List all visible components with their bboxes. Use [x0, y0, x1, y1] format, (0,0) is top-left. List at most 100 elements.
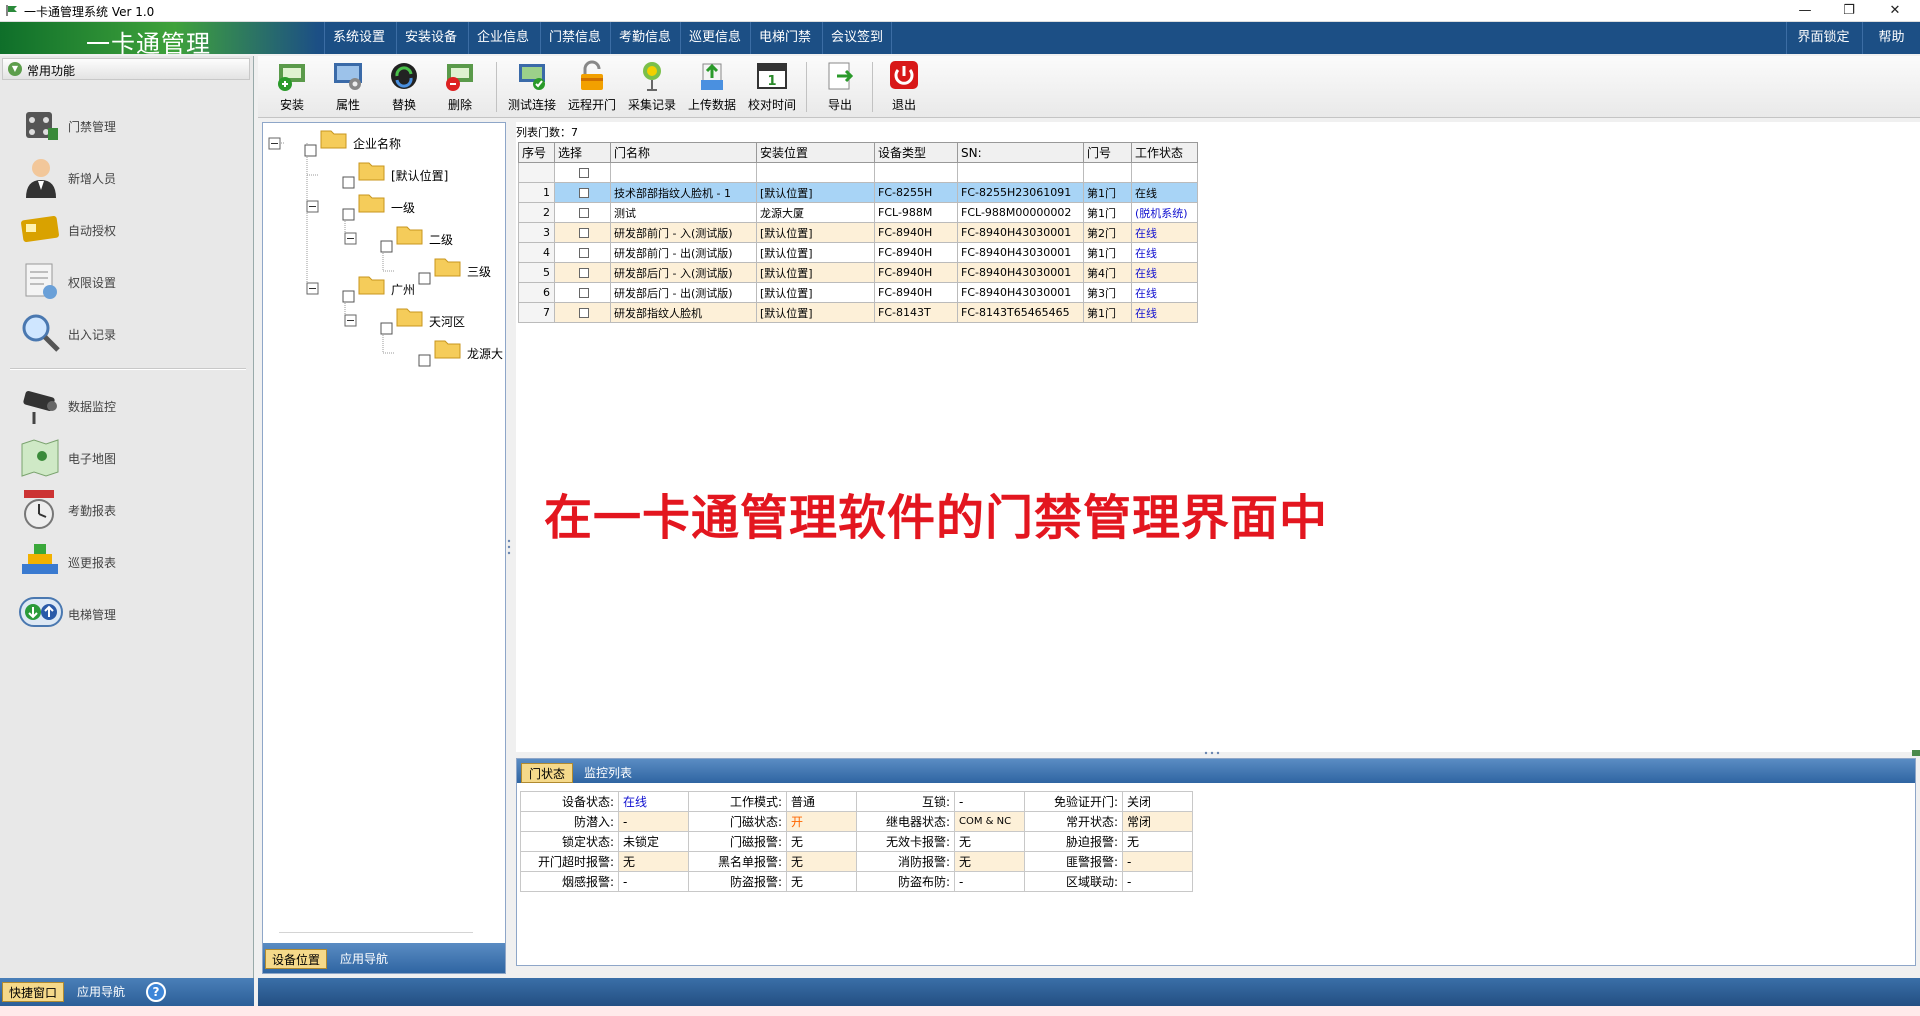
row-checkbox[interactable]	[579, 308, 589, 318]
test-connection-button[interactable]: 测试连接	[504, 60, 560, 116]
row-checkbox[interactable]	[579, 228, 589, 238]
tree-node-guangzhou[interactable]: 广州	[391, 281, 415, 298]
row-checkbox[interactable]	[579, 248, 589, 258]
door-table: 序号 选择 门名称 安装位置 设备类型 SN: 门号 工作状态 1 技术部部指纹…	[518, 142, 1198, 323]
sidebar-item-access-records[interactable]: 出入记录	[16, 310, 246, 358]
col-header-door-no[interactable]: 门号	[1083, 142, 1132, 163]
menu-install-device[interactable]: 安装设备	[396, 22, 465, 54]
menu-access-info[interactable]: 门禁信息	[540, 22, 609, 54]
card-icon	[21, 215, 59, 243]
table-row[interactable]: 2 测试 龙源大厦 FCL-988M FCL-988M00000002 第1门 …	[518, 202, 1198, 223]
tree-node-company[interactable]: 企业名称	[353, 135, 401, 152]
tab-app-nav-tree[interactable]: 应用导航	[333, 949, 395, 969]
vertical-splitter[interactable]	[507, 538, 511, 558]
tab-door-status[interactable]: 门状态	[521, 763, 573, 783]
upload-data-button[interactable]: 上传数据	[684, 60, 740, 116]
minimize-button[interactable]: —	[1782, 0, 1828, 22]
select-all-checkbox[interactable]	[579, 168, 589, 178]
toolbar-button-label: 导出	[827, 98, 852, 112]
export-icon	[828, 62, 854, 90]
tab-monitor-list[interactable]: 监控列表	[577, 763, 639, 783]
table-row[interactable]: 3 研发部前门 - 入(测试版) [默认位置] FC-8940H FC-8940…	[518, 222, 1198, 243]
cell-status: 在线	[1131, 242, 1198, 263]
cell-door-name: 测试	[610, 202, 757, 223]
col-header-device-type[interactable]: 设备类型	[874, 142, 958, 163]
collect-records-button[interactable]: 采集记录	[624, 60, 680, 116]
properties-button[interactable]: 属性	[320, 60, 376, 116]
maximize-button[interactable]: ❐	[1826, 0, 1872, 22]
sidebar-footer: 快捷窗口 应用导航 ?	[0, 978, 254, 1006]
filter-cell[interactable]	[874, 162, 958, 183]
col-header-location[interactable]: 安装位置	[756, 142, 875, 163]
table-row[interactable]: 7 研发部指纹人脸机 [默认位置] FC-8143T FC-8143T65465…	[518, 302, 1198, 323]
patrol-icon	[22, 544, 58, 574]
status-tabbar: 门状态 监控列表	[517, 759, 1915, 783]
filter-cell[interactable]	[957, 162, 1084, 183]
help-icon[interactable]: ?	[146, 982, 166, 1002]
sidebar-item-door-control[interactable]: 门禁管理	[16, 102, 246, 150]
tree-node-level3[interactable]: 三级	[467, 263, 491, 280]
sidebar-item-elevator[interactable]: 电梯管理	[16, 590, 246, 638]
sidebar-item-auto-auth[interactable]: 自动授权	[16, 206, 246, 254]
col-header-status[interactable]: 工作状态	[1131, 142, 1198, 163]
install-button[interactable]: 安装	[264, 60, 320, 116]
sidebar-header[interactable]: ▼ 常用功能	[2, 58, 250, 80]
sidebar-item-data-monitor[interactable]: 数据监控	[16, 382, 246, 430]
cell-door-name: 研发部后门 - 入(测试版)	[610, 262, 757, 283]
tree-node-longyuan[interactable]: 龙源大	[467, 345, 503, 362]
toolbar-separator	[872, 62, 873, 112]
horizontal-splitter[interactable]	[516, 750, 1920, 756]
col-header-sn[interactable]: SN:	[957, 142, 1084, 163]
menu-system-settings[interactable]: 系统设置	[324, 22, 393, 54]
sidebar-item-patrol-report[interactable]: 巡更报表	[16, 538, 246, 586]
status-value: -	[954, 791, 1025, 812]
tree-node-tianhe[interactable]: 天河区	[429, 313, 465, 330]
tab-quick-window[interactable]: 快捷窗口	[2, 982, 64, 1002]
tab-app-nav[interactable]: 应用导航	[70, 982, 132, 1002]
export-button[interactable]: 导出	[812, 60, 868, 116]
elevator-icon	[19, 597, 63, 627]
filter-cell[interactable]	[610, 162, 757, 183]
filter-cell[interactable]	[1131, 162, 1198, 183]
sidebar-item-attendance-report[interactable]: 考勤报表	[16, 486, 246, 534]
row-checkbox[interactable]	[579, 208, 589, 218]
replace-button[interactable]: 替换	[376, 60, 432, 116]
tree-node-level1[interactable]: 一级	[391, 199, 415, 216]
close-button[interactable]: ✕	[1872, 0, 1918, 22]
tab-device-location[interactable]: 设备位置	[265, 949, 327, 969]
table-row[interactable]: 6 研发部后门 - 出(测试版) [默认位置] FC-8940H FC-8940…	[518, 282, 1198, 303]
table-row[interactable]: 4 研发部前门 - 出(测试版) [默认位置] FC-8940H FC-8940…	[518, 242, 1198, 263]
window-title: 一卡通管理系统 Ver 1.0	[24, 5, 155, 19]
row-checkbox[interactable]	[579, 288, 589, 298]
sidebar-item-permissions[interactable]: 权限设置	[16, 258, 246, 306]
menu-attendance-info[interactable]: 考勤信息	[610, 22, 679, 54]
delete-button[interactable]: 删除	[432, 60, 488, 116]
remote-open-button[interactable]: 远程开门	[564, 60, 620, 116]
menu-patrol-info[interactable]: 巡更信息	[680, 22, 749, 54]
status-key: 防盗布防:	[856, 871, 955, 892]
filter-cell[interactable]	[1083, 162, 1132, 183]
col-header-select[interactable]: 选择	[554, 142, 611, 163]
row-checkbox[interactable]	[579, 268, 589, 278]
sidebar-item-new-person[interactable]: 新增人员	[16, 154, 246, 202]
table-row[interactable]: 1 技术部部指纹人脸机 - 1 [默认位置] FC-8255H FC-8255H…	[518, 182, 1198, 203]
lock-screen-button[interactable]: 界面锁定	[1786, 22, 1860, 54]
cell-status: 在线	[1131, 222, 1198, 243]
exit-button[interactable]: 退出	[876, 60, 932, 116]
help-menu[interactable]: 帮助	[1862, 22, 1920, 54]
status-key: 门磁报警:	[688, 831, 787, 852]
tree-node-level2[interactable]: 二级	[429, 231, 453, 248]
filter-cell[interactable]	[756, 162, 875, 183]
sidebar-item-e-map[interactable]: 电子地图	[16, 434, 246, 482]
col-header-door-name[interactable]: 门名称	[610, 142, 757, 163]
door-control-icon	[26, 112, 58, 140]
row-checkbox[interactable]	[579, 188, 589, 198]
menu-meeting-signin[interactable]: 会议签到	[822, 22, 893, 54]
collapse-icon[interactable]: ▼	[8, 62, 22, 76]
menu-elevator-access[interactable]: 电梯门禁	[750, 22, 819, 54]
table-row[interactable]: 5 研发部后门 - 入(测试版) [默认位置] FC-8940H FC-8940…	[518, 262, 1198, 283]
col-header-no[interactable]: 序号	[518, 142, 555, 163]
sync-time-button[interactable]: 1 校对时间	[744, 60, 800, 116]
menu-company-info[interactable]: 企业信息	[468, 22, 537, 54]
tree-node-default-location[interactable]: [默认位置]	[391, 167, 448, 184]
